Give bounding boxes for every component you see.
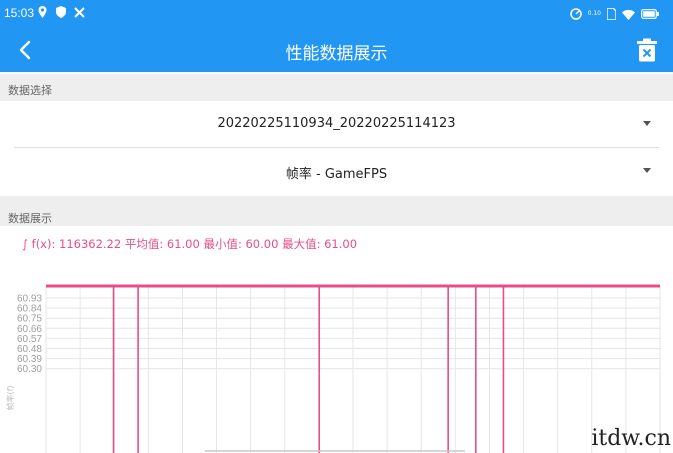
dropdown-arrow-icon xyxy=(643,121,651,126)
tools-icon xyxy=(74,7,85,18)
shield-icon xyxy=(55,6,66,18)
data-display-header-label: 数据展示 xyxy=(8,212,52,225)
file-select-value: 20220225110934_20220225114123 xyxy=(217,116,456,131)
toolbar: 性能数据展示 xyxy=(0,28,673,72)
status-left-icons xyxy=(38,6,85,21)
status-time: 15:03 xyxy=(4,6,35,20)
speedometer-icon xyxy=(569,8,582,20)
file-select-dropdown[interactable]: 20220225110934_20220225114123 xyxy=(0,101,673,147)
sim-icon xyxy=(607,8,616,20)
delete-button[interactable] xyxy=(637,38,657,62)
network-speed-icon: 0.10 xyxy=(587,10,601,17)
data-select-header-label: 数据选择 xyxy=(8,84,52,97)
watermark: itdw.cn xyxy=(591,426,671,451)
data-display-header: 数据展示 xyxy=(0,196,673,226)
metric-select-dropdown[interactable]: 帧率 - GameFPS xyxy=(0,148,673,194)
page-title: 性能数据展示 xyxy=(285,44,388,64)
wifi-icon xyxy=(622,9,635,20)
location-icon xyxy=(38,6,47,18)
chart-area: ∫ f(x): 116362.22 平均值: 61.00 最小值: 60.00 … xyxy=(0,226,673,453)
metric-select-value: 帧率 - GameFPS xyxy=(285,167,388,182)
status-right-icons: 0.10 xyxy=(569,8,659,20)
dropdown-arrow-icon xyxy=(643,168,651,173)
y-tick-label: 60.30 xyxy=(17,364,42,375)
trash-icon xyxy=(637,38,657,62)
status-bar: 15:03 0.10 xyxy=(0,0,673,28)
battery-icon xyxy=(641,9,659,19)
fps-line-chart: 60.9360.8460.7560.6660.5760.4860.3960.30… xyxy=(5,284,661,453)
data-select-header: 数据选择 xyxy=(0,74,673,102)
y-axis-label: 帧率(f) xyxy=(5,385,15,410)
